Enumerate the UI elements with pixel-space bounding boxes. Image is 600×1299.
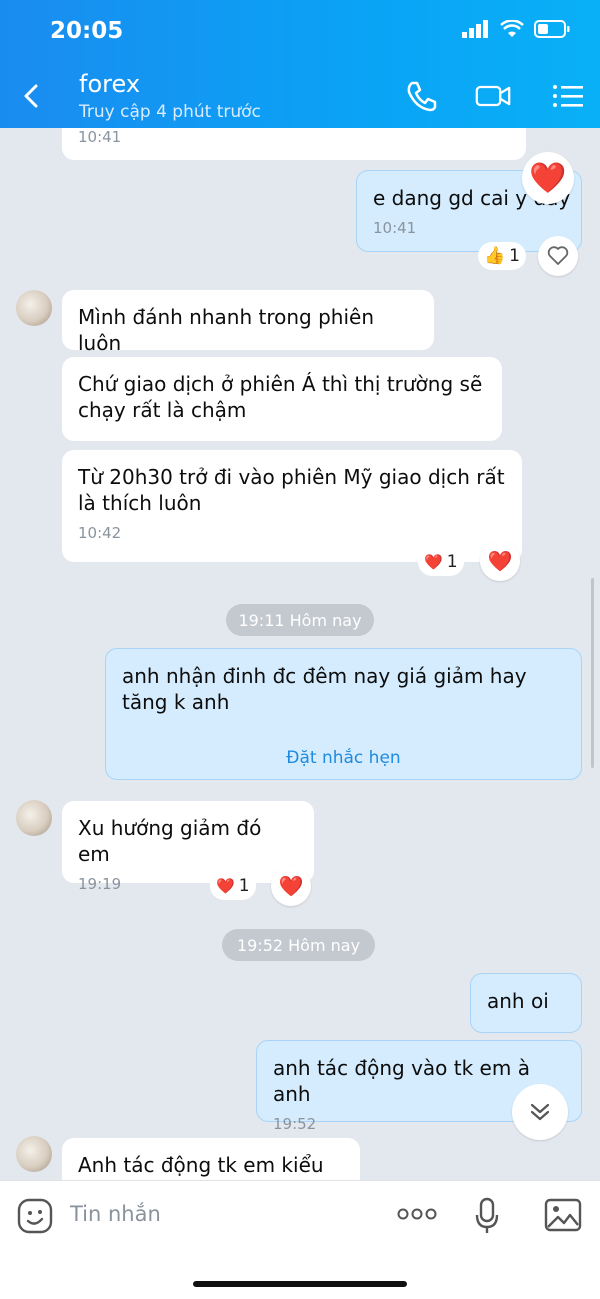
message-bubble-incoming[interactable]: Mình đánh nhanh trong phiên luôn: [62, 290, 434, 355]
message-text: Chứ giao dịch ở phiên Á thì thị trường s…: [78, 372, 483, 422]
image-icon[interactable]: [544, 1197, 582, 1233]
heart-react-button[interactable]: ❤️: [271, 866, 311, 906]
chat-title[interactable]: forex: [79, 70, 140, 98]
message-text: Từ 20h30 trở đi vào phiên Mỹ giao dịch r…: [78, 465, 505, 515]
date-separator: 19:11 Hôm nay: [226, 604, 374, 636]
message-bubble-incoming[interactable]: Chứ giao dịch ở phiên Á thì thị trường s…: [62, 357, 502, 441]
wifi-icon: [500, 20, 524, 37]
message-time: 19:19: [78, 875, 122, 893]
battery-icon: [534, 20, 570, 38]
phone-icon[interactable]: [404, 78, 440, 114]
message-time: 10:42: [78, 524, 122, 542]
message-text: Xu hướng giảm đó em: [78, 816, 262, 866]
heart-icon: ❤️: [424, 553, 443, 571]
last-seen-status: Truy cập 4 phút trước: [79, 102, 261, 122]
message-text: Anh tác động tk em kiểu gì: [78, 1153, 324, 1180]
date-separator: 19:52 Hôm nay: [222, 929, 375, 961]
message-input-bar: Tin nhắn: [0, 1180, 600, 1299]
message-bubble-outgoing[interactable]: anh oi: [470, 973, 582, 1033]
video-call-icon[interactable]: [475, 78, 511, 114]
message-text: Mình đánh nhanh trong phiên luôn: [78, 305, 374, 355]
status-icons: [462, 20, 570, 38]
reaction-summary[interactable]: ❤️ 1: [210, 872, 256, 900]
chat-messages[interactable]: 10:41 e dang gd cai y day 10:41 ❤️ 👍 1 M…: [0, 128, 600, 1180]
message-input[interactable]: Tin nhắn: [70, 1202, 161, 1226]
heart-icon: ❤️: [216, 877, 235, 895]
heart-outline-react-button[interactable]: [538, 236, 578, 276]
sticker-icon[interactable]: [16, 1197, 54, 1235]
thumbs-up-icon: 👍: [484, 246, 506, 266]
heart-react-button[interactable]: ❤️: [480, 541, 520, 581]
reaction-summary[interactable]: 👍 1: [478, 242, 526, 270]
message-bubble-incoming[interactable]: 10:41: [62, 128, 526, 160]
reaction-count: 1: [238, 876, 250, 896]
scroll-to-bottom-button[interactable]: [512, 1084, 568, 1140]
more-options-icon[interactable]: [396, 1207, 438, 1221]
avatar[interactable]: [16, 290, 52, 326]
avatar[interactable]: [16, 1136, 52, 1172]
chat-header: 20:05 forex Truy cập 4 phút trước: [0, 0, 600, 128]
message-text: anh oi: [487, 989, 549, 1013]
signal-icon: [462, 20, 488, 38]
message-bubble-outgoing[interactable]: anh nhận đinh đc đêm nay giá giảm hay tă…: [105, 648, 582, 780]
back-icon[interactable]: [18, 82, 46, 110]
menu-list-icon[interactable]: [550, 78, 586, 114]
microphone-icon[interactable]: [474, 1197, 500, 1235]
status-time: 20:05: [50, 18, 124, 44]
message-time: 10:41: [78, 128, 122, 146]
avatar[interactable]: [16, 800, 52, 836]
message-time: 10:41: [373, 219, 417, 237]
reaction-summary[interactable]: ❤️ 1: [418, 548, 464, 576]
big-heart-reaction[interactable]: ❤️: [522, 152, 574, 204]
home-indicator: [193, 1281, 407, 1287]
reaction-count: 1: [509, 246, 520, 266]
set-reminder-link[interactable]: Đặt nhắc hẹn: [122, 745, 565, 771]
message-bubble-incoming[interactable]: Từ 20h30 trở đi vào phiên Mỹ giao dịch r…: [62, 450, 522, 562]
scrollbar[interactable]: [591, 578, 594, 768]
message-bubble-incoming[interactable]: Anh tác động tk em kiểu gì: [62, 1138, 360, 1180]
message-text: anh nhận đinh đc đêm nay giá giảm hay tă…: [122, 664, 527, 714]
double-chevron-down-icon: [530, 1103, 550, 1121]
heart-outline-icon: [547, 246, 569, 265]
reaction-count: 1: [446, 552, 458, 572]
